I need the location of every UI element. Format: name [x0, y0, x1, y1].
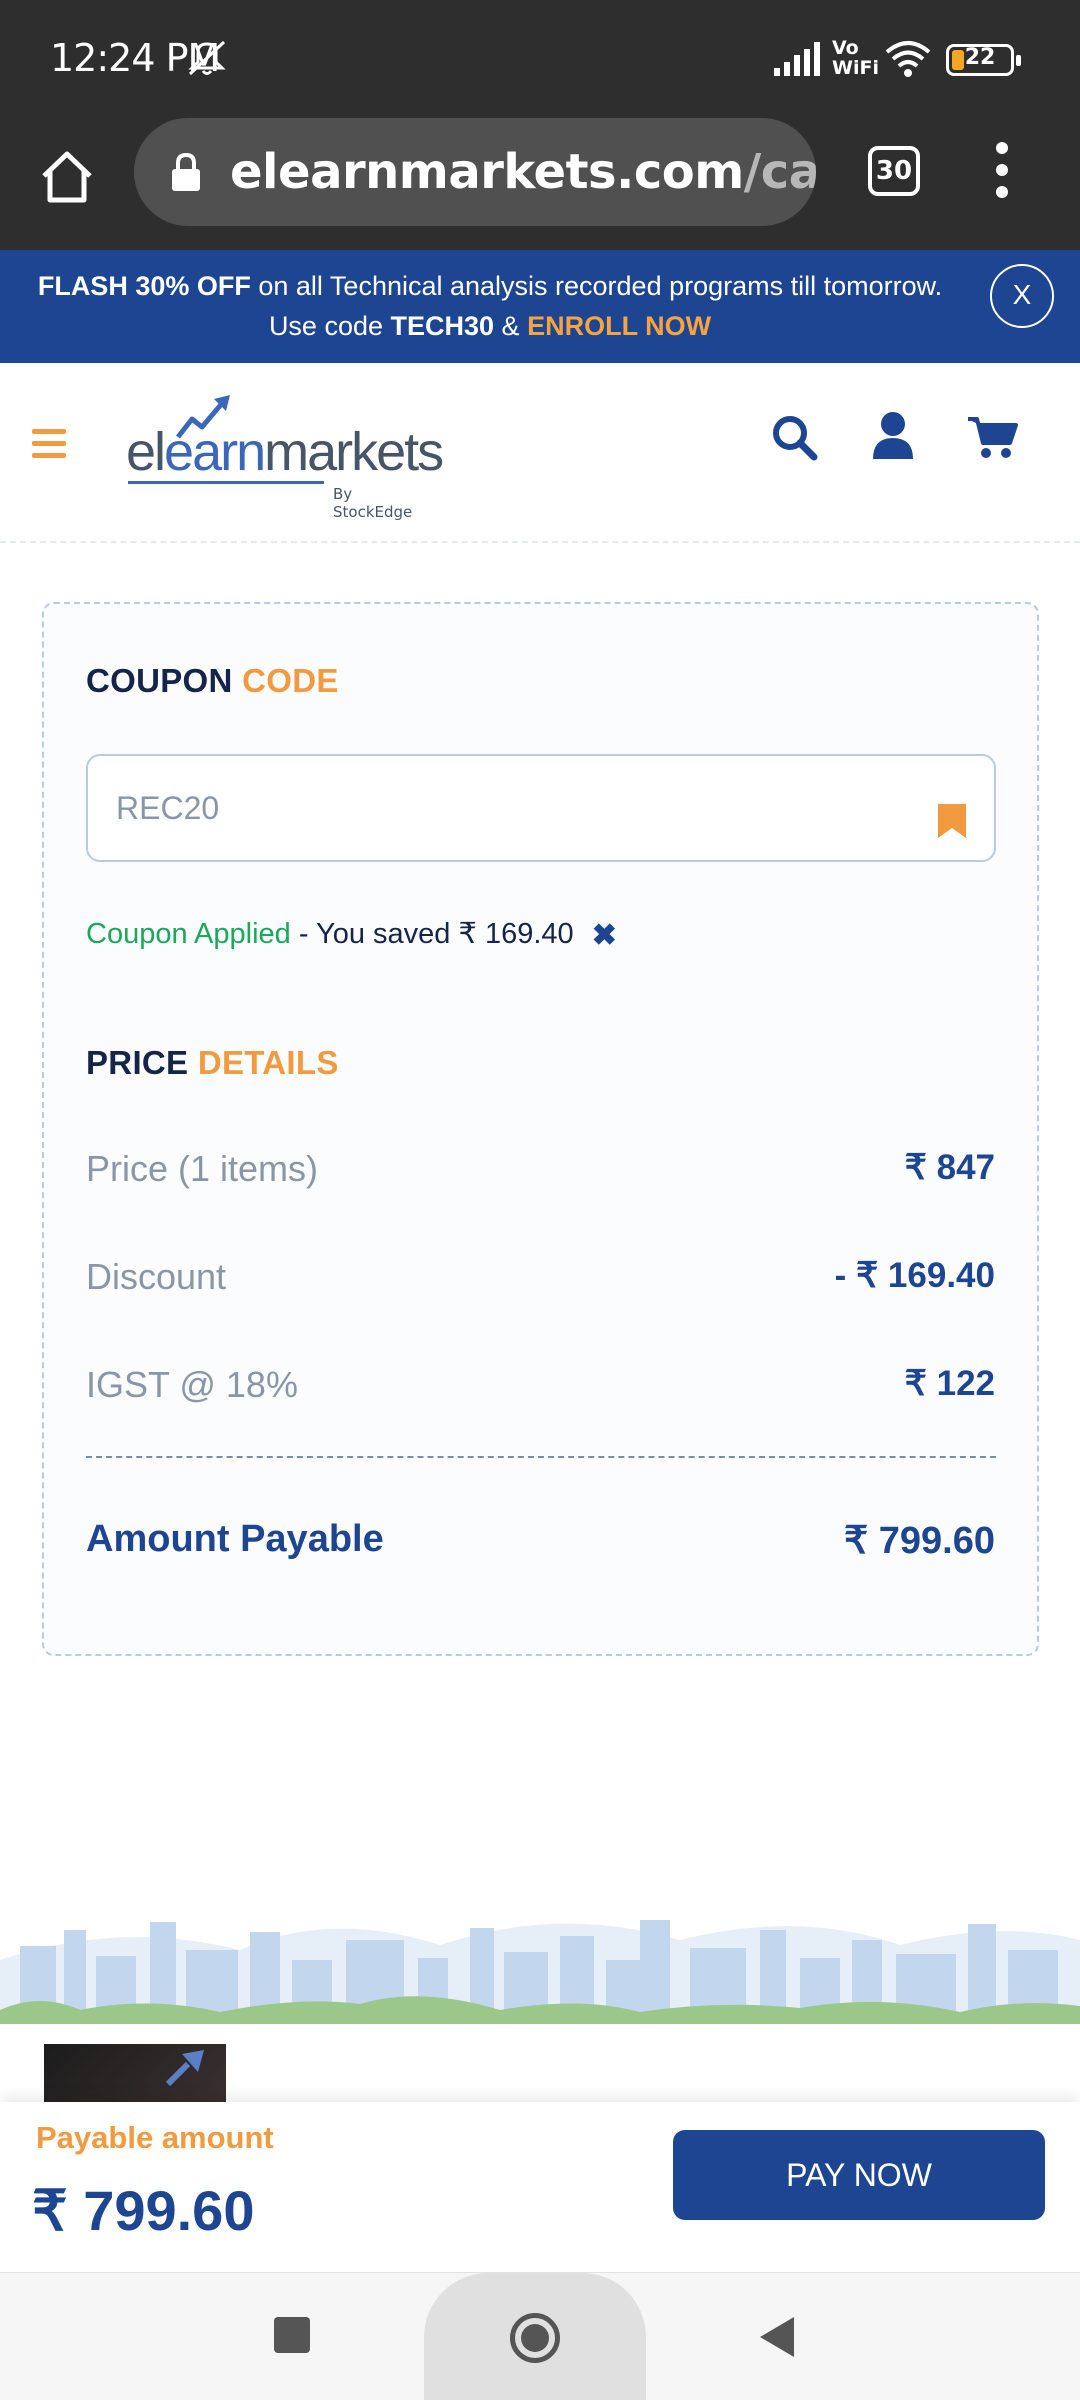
- promo-text-2: &: [494, 311, 528, 341]
- coupon-applied-label: Coupon Applied: [86, 918, 291, 950]
- price-title-1: PRICE: [86, 1044, 189, 1081]
- coupon-saved-text: - You saved ₹ 169.40: [290, 918, 574, 950]
- system-nav-bar: [0, 2272, 1080, 2400]
- url-domain: elearnmarkets.com: [230, 144, 744, 200]
- price-title-2: DETAILS: [197, 1044, 339, 1081]
- url-path: /cartlive: [743, 144, 816, 200]
- coupon-section-title: COUPON CODE: [86, 662, 339, 700]
- price-row-value: ₹ 847: [904, 1148, 995, 1187]
- status-bar: 12:24 PM Vo WiFi 22: [0, 0, 1080, 118]
- search-icon[interactable]: [770, 413, 818, 461]
- logo-part-3: markets: [264, 422, 444, 482]
- pay-now-button[interactable]: PAY NOW: [673, 2130, 1045, 2220]
- address-bar[interactable]: elearnmarkets.com/cartlive: [134, 118, 816, 226]
- video-thumbnail[interactable]: [44, 2044, 226, 2104]
- price-row-label: Price (1 items): [86, 1148, 319, 1189]
- battery-level: 22: [964, 45, 996, 70]
- amount-payable-label: Amount Payable: [86, 1518, 384, 1560]
- back-button[interactable]: [760, 2317, 794, 2357]
- battery-icon: 22: [946, 44, 1021, 76]
- city-skyline-illustration: [0, 1920, 1080, 2024]
- menu-icon[interactable]: [32, 429, 66, 459]
- remove-coupon-icon[interactable]: ✖: [592, 918, 617, 953]
- wifi-icon: [885, 41, 931, 77]
- tab-switcher-button[interactable]: 30: [868, 146, 920, 196]
- browser-menu-icon[interactable]: [992, 142, 1012, 206]
- price-section-title: PRICE DETAILS: [86, 1044, 339, 1082]
- promo-close-button[interactable]: X: [990, 264, 1054, 328]
- price-divider: [86, 1456, 996, 1458]
- site-header: elearnmarkets By StockEdge: [0, 363, 1080, 543]
- enroll-now-link[interactable]: ENROLL NOW: [527, 311, 711, 341]
- cart-summary-card: COUPON CODE REC20 Coupon Applied - You s…: [42, 602, 1039, 1656]
- discount-row-label: Discount: [86, 1256, 227, 1297]
- payable-amount-value: ₹ 799.60: [32, 2179, 255, 2242]
- browser-toolbar: elearnmarkets.com/cartlive 30: [0, 118, 1080, 250]
- logo-subtitle: By StockEdge: [333, 485, 413, 521]
- coupon-applied-message: Coupon Applied - You saved ₹ 169.40 ✖: [86, 916, 617, 953]
- user-icon[interactable]: [872, 411, 914, 459]
- promo-code: TECH30: [390, 311, 495, 341]
- home-button[interactable]: [510, 2313, 560, 2363]
- mute-icon: [188, 40, 226, 76]
- url-text[interactable]: elearnmarkets.com/cartlive: [230, 144, 816, 200]
- home-icon[interactable]: [38, 148, 96, 206]
- signal-icon: [774, 42, 820, 76]
- amount-payable-value: ₹ 799.60: [844, 1520, 995, 1562]
- cart-icon[interactable]: [968, 415, 1018, 459]
- discount-row-value: - ₹ 169.40: [834, 1256, 995, 1295]
- coupon-code-value: REC20: [116, 790, 220, 826]
- tax-row-label: IGST @ 18%: [86, 1364, 298, 1405]
- growth-arrow-icon: [165, 2050, 204, 2087]
- vowifi-label: Vo WiFi: [832, 37, 879, 79]
- coupon-title-2: CODE: [242, 662, 339, 699]
- coupon-title-1: COUPON: [86, 662, 233, 699]
- payment-bar: Payable amount ₹ 799.60 PAY NOW: [0, 2102, 1080, 2272]
- promo-banner: FLASH 30% OFF on all Technical analysis …: [0, 250, 1080, 363]
- payable-amount-label: Payable amount: [36, 2120, 274, 2155]
- lock-icon: [172, 152, 200, 191]
- logo-part-2: earn: [164, 422, 266, 482]
- promo-text: FLASH 30% OFF on all Technical analysis …: [20, 266, 960, 346]
- recents-button[interactable]: [274, 2317, 310, 2353]
- bookmark-icon[interactable]: [938, 804, 966, 838]
- coupon-code-input[interactable]: REC20: [86, 754, 996, 862]
- promo-highlight: FLASH 30% OFF: [37, 271, 251, 301]
- logo-part-1: el: [126, 422, 166, 482]
- logo-underline: [128, 481, 324, 484]
- tax-row-value: ₹ 122: [904, 1364, 995, 1403]
- elearnmarkets-logo[interactable]: elearnmarkets By StockEdge: [126, 393, 444, 521]
- logo-text: elearnmarkets: [126, 421, 444, 483]
